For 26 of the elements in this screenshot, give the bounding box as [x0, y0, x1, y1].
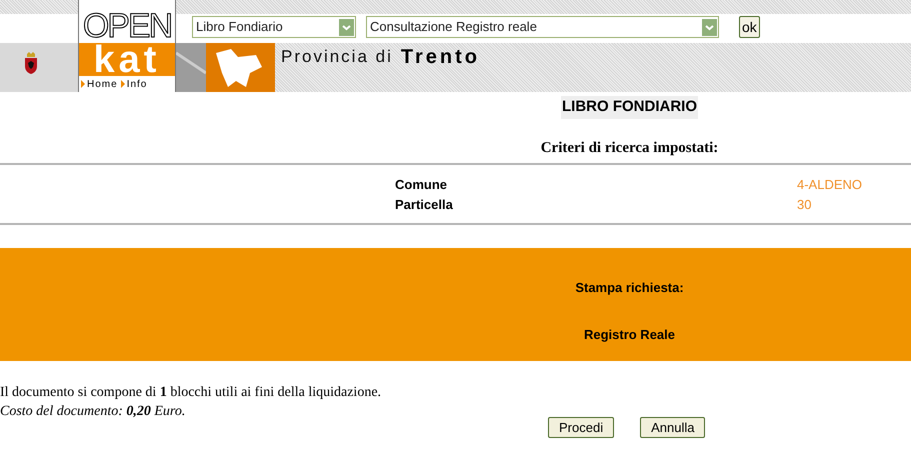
banner-text: Provincia di	[281, 46, 393, 68]
logo-text: kat	[94, 44, 160, 74]
section-heading: Criteri di ricerca impostati:	[540, 138, 718, 158]
summary-text: Il documento si compone di 1 blocchi utili ai fini della liquidazione.	[0, 384, 382, 402]
panel-heading: Stampa richiesta:	[575, 279, 684, 297]
action-button[interactable]: Procedi	[548, 417, 614, 438]
page-title: LIBRO FONDIARIO	[561, 96, 698, 118]
banner-text: Trento	[400, 45, 480, 70]
cost-text: Costo del documento: 0,20 Euro.	[0, 403, 186, 421]
field-value: 30	[797, 196, 812, 214]
logo-text: OPEN	[82, 9, 172, 43]
field-label: Particella	[395, 196, 454, 214]
dropdown[interactable]: Consultazione Registro reale	[366, 16, 719, 38]
field-label: Comune	[395, 176, 448, 194]
action-button[interactable]: Annulla	[640, 417, 706, 438]
dropdown[interactable]: Libro Fondiario	[192, 16, 356, 38]
chevron-down-icon	[339, 18, 354, 36]
chevron-down-icon	[702, 18, 717, 36]
nav-link[interactable]: Home	[81, 76, 118, 92]
triangle-icon	[120, 80, 125, 88]
ok-button[interactable]: ok	[739, 16, 760, 38]
document-name: Registro Reale	[584, 326, 676, 344]
nav-link[interactable]: Info	[120, 76, 148, 92]
coat-of-arms-icon	[24, 52, 38, 74]
triangle-icon	[81, 80, 85, 88]
field-value: 4-ALDENO	[797, 176, 862, 194]
